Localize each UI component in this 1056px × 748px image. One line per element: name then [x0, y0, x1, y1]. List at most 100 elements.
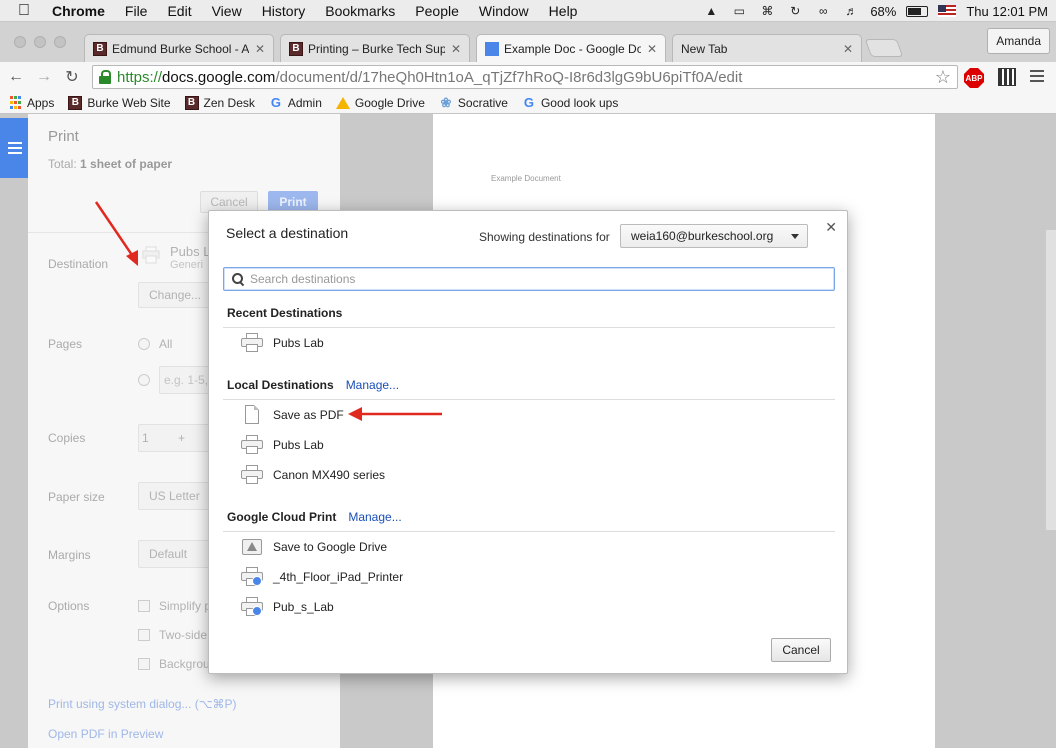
close-window-button[interactable] — [14, 36, 26, 48]
menu-bookmarks[interactable]: Bookmarks — [325, 3, 395, 19]
account-value: weia160@burkeschool.org — [631, 229, 774, 243]
menu-help[interactable]: Help — [549, 3, 578, 19]
bluetooth-icon[interactable]: ∞ — [814, 4, 832, 18]
printer-icon — [241, 333, 263, 353]
time-machine-icon[interactable]: ↻ — [786, 4, 804, 18]
acrobat-icon[interactable]: ▲ — [702, 4, 720, 18]
pages-all-radio[interactable] — [138, 338, 150, 350]
two-sided-checkbox[interactable] — [138, 629, 150, 641]
chrome-menu-icon[interactable] — [1030, 68, 1044, 84]
print-title: Print — [48, 128, 79, 145]
background-label: Backgrou — [159, 657, 210, 671]
pages-label: Pages — [48, 337, 83, 351]
back-arrow-icon[interactable]: ← — [6, 67, 26, 87]
menu-people[interactable]: People — [415, 3, 459, 19]
search-input[interactable] — [250, 272, 810, 286]
pages-custom-placeholder: e.g. 1-5, — [164, 373, 209, 387]
menubar-clock[interactable]: Thu 12:01 PM — [966, 4, 1048, 19]
bookmark-admin[interactable]: G Admin — [269, 95, 322, 110]
url-path: /document/d/17heQh0Htn1oA_qTjZf7hRoQ-I8r… — [275, 68, 743, 86]
showing-destinations-label: Showing destinations for — [479, 230, 610, 244]
simplify-checkbox[interactable] — [138, 600, 150, 612]
destination-pubs-lab[interactable]: Pubs Lab — [241, 433, 324, 457]
bookmark-burke-web-site[interactable]: B Burke Web Site — [68, 95, 171, 110]
open-pdf-preview-link[interactable]: Open PDF in Preview — [48, 727, 163, 741]
menu-file[interactable]: File — [125, 3, 148, 19]
lock-icon[interactable] — [99, 70, 111, 84]
close-tab-icon[interactable]: ✕ — [843, 42, 853, 56]
docs-logo[interactable] — [0, 118, 28, 178]
menu-edit[interactable]: Edit — [167, 3, 191, 19]
bookmark-apps[interactable]: Apps — [8, 96, 54, 110]
divider — [223, 399, 835, 400]
destination-pub-s-lab[interactable]: Pub_s_Lab — [241, 595, 334, 619]
tab-example-doc[interactable]: Example Doc - Google Doc ✕ — [476, 34, 666, 62]
divider — [223, 531, 835, 532]
window-controls — [14, 36, 66, 48]
bookmark-google-drive[interactable]: Google Drive — [335, 96, 425, 110]
menu-history[interactable]: History — [262, 3, 306, 19]
close-icon[interactable]: ✕ — [825, 219, 837, 236]
change-button-label: Change... — [149, 288, 202, 302]
adblock-icon[interactable]: ABP — [964, 68, 984, 88]
options-label: Options — [48, 599, 90, 613]
printer-icon — [241, 435, 263, 455]
battery-icon[interactable] — [906, 5, 929, 17]
forward-arrow-icon[interactable]: → — [34, 67, 54, 87]
search-destinations-field[interactable] — [223, 267, 835, 291]
volume-icon[interactable]: ♬ — [842, 4, 860, 18]
google-icon: G — [523, 95, 535, 110]
zoom-window-button[interactable] — [54, 36, 66, 48]
apps-icon — [8, 96, 22, 110]
status-area: ▲ ▭ ⌘ ↻ ∞ ♬ 68% Thu 12:01 PM — [702, 0, 1048, 22]
menu-app-name[interactable]: Chrome — [52, 3, 105, 19]
tab-new-tab[interactable]: New Tab ✕ — [672, 34, 862, 62]
close-tab-icon[interactable]: ✕ — [255, 42, 265, 56]
printer-icon — [241, 465, 263, 485]
destination-save-as-pdf[interactable]: Save as PDF — [241, 403, 344, 427]
account-select[interactable]: weia160@burkeschool.org — [620, 224, 808, 248]
input-flag-icon[interactable] — [938, 5, 957, 17]
bookmark-socrative[interactable]: ❀ Socrative — [439, 95, 507, 110]
destination-recent-pubs-lab[interactable]: Pubs Lab — [241, 331, 324, 355]
document-icon — [241, 405, 263, 425]
copies-increment-button[interactable]: + — [178, 431, 185, 445]
airplay-icon[interactable]: ▭ — [730, 4, 748, 18]
pages-custom-radio[interactable] — [138, 374, 150, 386]
browser-toolbar: ← → ↻ https:// docs.google.com /document… — [0, 62, 1056, 92]
paper-size-label: Paper size — [48, 490, 105, 504]
reload-icon[interactable]: ↻ — [62, 67, 82, 87]
bookmark-good-look-ups[interactable]: G Good look ups — [522, 95, 618, 110]
burke-favicon-icon: B — [289, 41, 303, 56]
apple-icon[interactable]:  — [18, 2, 36, 20]
menu-window[interactable]: Window — [479, 3, 529, 19]
scrollbar[interactable] — [1046, 230, 1056, 530]
extension-icon[interactable] — [998, 68, 1016, 86]
printer-icon — [142, 246, 160, 264]
background-checkbox[interactable] — [138, 658, 150, 670]
cloud-manage-link[interactable]: Manage... — [348, 510, 401, 524]
tab-title: Example Doc - Google Doc — [504, 41, 641, 56]
close-tab-icon[interactable]: ✕ — [451, 42, 461, 56]
close-tab-icon[interactable]: ✕ — [647, 42, 657, 56]
new-tab-button[interactable] — [864, 39, 904, 57]
tab-burke-school[interactable]: B Edmund Burke School - Ag ✕ — [84, 34, 274, 62]
drive-icon — [241, 537, 263, 557]
menu-view[interactable]: View — [212, 3, 242, 19]
wifi-icon[interactable]: ⌘ — [758, 4, 776, 18]
local-manage-link[interactable]: Manage... — [346, 378, 399, 392]
profile-button[interactable]: Amanda — [987, 28, 1050, 54]
address-bar[interactable]: https:// docs.google.com /document/d/17h… — [92, 65, 958, 89]
dialog-cancel-button[interactable]: Cancel — [771, 638, 831, 662]
destination-save-to-drive[interactable]: Save to Google Drive — [241, 535, 387, 559]
shared-printer-icon — [241, 597, 263, 617]
system-dialog-link[interactable]: Print using system dialog... (⌥⌘P) — [48, 697, 237, 711]
tab-printing-support[interactable]: B Printing – Burke Tech Supp ✕ — [280, 34, 470, 62]
minimize-window-button[interactable] — [34, 36, 46, 48]
page-content: Print Total: 1 sheet of paper Cancel Pri… — [0, 114, 1056, 748]
destination-canon-mx490[interactable]: Canon MX490 series — [241, 463, 385, 487]
bookmark-zen-desk[interactable]: B Zen Desk — [184, 95, 255, 110]
destination-4th-floor-ipad[interactable]: _4th_Floor_iPad_Printer — [241, 565, 403, 589]
burke-icon: B — [68, 95, 83, 110]
bookmark-star-icon[interactable]: ☆ — [935, 67, 951, 88]
